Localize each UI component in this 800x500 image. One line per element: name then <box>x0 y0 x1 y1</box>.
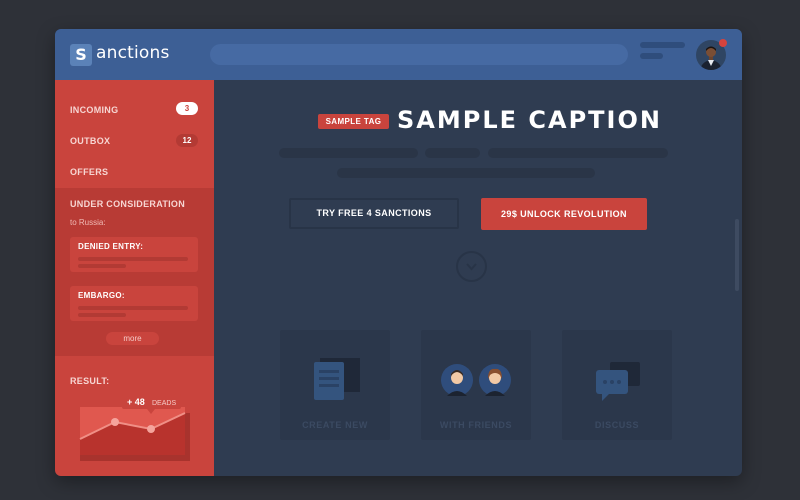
feature-discuss[interactable]: DISCUSS <box>562 330 672 440</box>
feature-label: WITH FRIENDS <box>439 420 513 430</box>
feature-label: CREATE NEW <box>302 420 368 430</box>
consideration-panel: UNDER CONSIDERATION to Russia: DENIED EN… <box>55 188 214 356</box>
search-input[interactable] <box>210 44 628 65</box>
users-icon <box>441 364 511 396</box>
scroll-down-icon[interactable] <box>456 251 487 282</box>
sidebar-item-incoming[interactable]: INCOMING <box>70 105 118 115</box>
text-placeholder <box>337 168 595 178</box>
card-line <box>78 313 126 317</box>
embargo-card[interactable]: EMBARGO: <box>70 286 198 321</box>
feature-label: DISCUSS <box>594 420 640 430</box>
notification-dot <box>719 39 727 47</box>
menu-line-icon[interactable] <box>640 53 663 59</box>
incoming-badge: 3 <box>176 102 198 115</box>
consideration-subtitle: to Russia: <box>70 218 106 227</box>
try-free-button[interactable]: TRY FREE 4 SANCTIONS <box>289 198 459 229</box>
document-icon <box>314 358 360 400</box>
sidebar-item-offers[interactable]: OFFERS <box>70 167 108 177</box>
result-chart: + 48 DEADS <box>79 394 190 461</box>
result-label: RESULT: <box>70 376 110 386</box>
sidebar-item-under-consideration[interactable]: UNDER CONSIDERATION <box>70 199 185 209</box>
chart-point <box>111 418 119 426</box>
text-placeholder <box>279 148 418 158</box>
logo-icon: S <box>70 44 92 66</box>
sidebar-item-outbox[interactable]: OUTBOX <box>70 136 110 146</box>
unlock-button[interactable]: 29$ UNLOCK REVOLUTION <box>481 198 647 230</box>
feature-with-friends[interactable]: WITH FRIENDS <box>421 330 531 440</box>
page-title: SAMPLE CAPTION <box>397 106 662 134</box>
app-name: anctions <box>96 43 170 63</box>
scrollbar[interactable] <box>735 219 739 291</box>
denied-entry-card[interactable]: DENIED ENTRY: <box>70 237 198 272</box>
top-bar: S anctions <box>55 29 742 80</box>
outbox-badge: 12 <box>176 134 198 147</box>
sample-tag: SAMPLE TAG <box>318 114 389 129</box>
more-button[interactable]: more <box>106 332 159 345</box>
card-line <box>78 257 188 261</box>
chevron-down-icon <box>466 263 477 271</box>
result-unit: DEADS <box>152 400 176 407</box>
card-title: EMBARGO: <box>78 291 125 300</box>
card-title: DENIED ENTRY: <box>78 242 144 251</box>
text-placeholder <box>488 148 668 158</box>
app-window: S anctions INCOMING 3 OUTBOX 12 OFFERS U… <box>55 29 742 476</box>
menu-line-icon[interactable] <box>640 42 685 48</box>
chart-point <box>147 425 155 433</box>
card-line <box>78 306 188 310</box>
result-value: + 48 <box>127 397 145 407</box>
text-placeholder <box>425 148 480 158</box>
feature-create-new[interactable]: CREATE NEW <box>280 330 390 440</box>
card-line <box>78 264 126 268</box>
sidebar: INCOMING 3 OUTBOX 12 OFFERS UNDER CONSID… <box>55 80 214 476</box>
chat-icon <box>596 362 640 401</box>
